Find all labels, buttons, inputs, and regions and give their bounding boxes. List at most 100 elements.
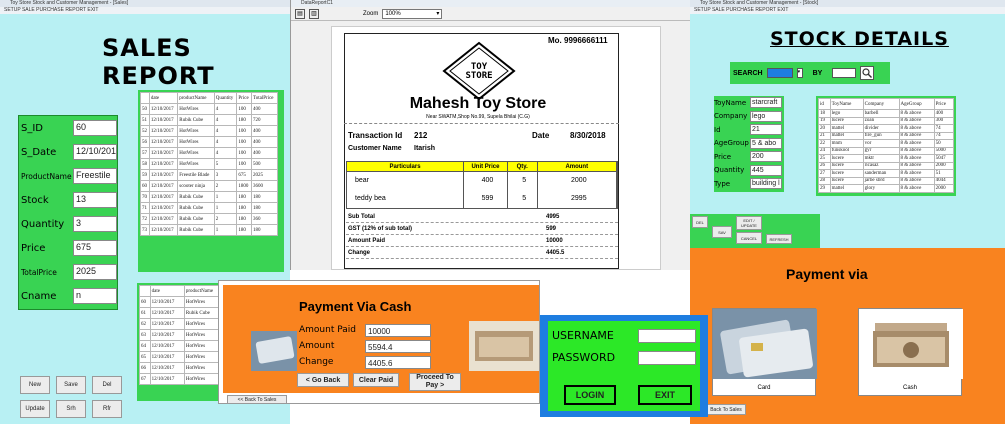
cancel-button[interactable]: CANCEL xyxy=(736,232,762,244)
column-header[interactable]: date xyxy=(149,285,185,297)
sales-save-button[interactable]: Save xyxy=(56,376,86,394)
table-row[interactable]: 29 mattel glory 8 & above 2000 xyxy=(818,184,955,193)
column-header[interactable] xyxy=(140,92,150,104)
go-back-button[interactable]: < Go Back xyxy=(297,373,349,387)
table-row[interactable]: 72 12/10/2017 Rubik Cube 2 180 360 xyxy=(140,213,278,225)
sales-field-input[interactable]: 13 xyxy=(73,192,117,208)
by-field[interactable] xyxy=(832,68,857,78)
table-row[interactable]: 61 12/10/2017 Rubik Cube xyxy=(139,307,226,319)
column-header[interactable]: TotalPrice xyxy=(251,92,278,104)
sales-field-input[interactable]: 12/10/2017 xyxy=(73,144,117,160)
table-row[interactable]: 60 12/10/2017 HotWires xyxy=(139,296,226,308)
column-header[interactable]: ToyName xyxy=(829,98,864,110)
delete-button[interactable]: DEL xyxy=(692,216,708,228)
receipt-total-value: 4405.5 xyxy=(546,249,565,256)
table-row[interactable]: 62 12/10/2017 HotWires xyxy=(139,318,226,330)
stock-grid[interactable]: id ToyName Company AgeGroup Price 18 lego barb… xyxy=(816,96,956,196)
table-cell: 400 xyxy=(251,136,278,148)
column-header[interactable]: date xyxy=(148,92,179,104)
table-row[interactable]: 51 12/10/2017 Rubik Cube 4 180 720 xyxy=(140,114,278,126)
zoom-select[interactable]: 100% ▾ xyxy=(382,8,443,19)
table-row[interactable]: 25 lucere mktr 8 & above 5047 xyxy=(818,154,955,163)
table-row[interactable]: 67 12/10/2017 HotWires xyxy=(139,373,226,385)
sales-field-input[interactable]: 675 xyxy=(73,240,117,256)
table-row[interactable]: 57 12/10/2017 HotWires 4 100 400 xyxy=(140,147,278,159)
print-icon[interactable]: ▤ xyxy=(295,8,305,19)
table-row[interactable]: 20 mattel divider 8 & above 74 xyxy=(818,124,955,133)
search-field[interactable] xyxy=(766,68,793,78)
table-row[interactable]: 59 12/10/2017 Freestile Blade 3 675 2025 xyxy=(140,169,278,181)
stock-field-input[interactable]: lego xyxy=(750,110,782,122)
column-header[interactable]: id xyxy=(818,98,831,110)
table-row[interactable]: 19 lucere zoan 8 & above 300 xyxy=(818,116,955,125)
table-row[interactable]: 66 12/10/2017 HotWires xyxy=(139,362,226,374)
table-row[interactable]: 24 funskool gyr 8 & above 5000 xyxy=(818,146,955,155)
column-header[interactable]: AgeGroup xyxy=(898,98,935,110)
search-icon[interactable] xyxy=(860,66,875,80)
sales-srh-button[interactable]: Srh xyxy=(56,400,86,418)
refresh-button[interactable]: REFRESH xyxy=(766,234,792,244)
username-field[interactable] xyxy=(638,329,696,343)
sales-field-input[interactable]: 3 xyxy=(73,216,117,232)
table-row[interactable]: 60 12/10/2017 scooter ninja 2 1800 3600 xyxy=(140,180,278,192)
sales-field-input[interactable]: n xyxy=(73,288,117,304)
table-row[interactable]: 27 lucere sanderman 8 & above 51 xyxy=(818,169,955,178)
search-dropdown[interactable]: ▾ xyxy=(796,68,803,78)
table-cell: Rubik Cube xyxy=(177,224,215,236)
sales-field-input[interactable]: 60 xyxy=(73,120,117,136)
column-header[interactable]: Price xyxy=(933,98,955,110)
table-row[interactable]: 58 12/10/2017 HotWires 5 100 500 xyxy=(140,158,278,170)
stock-window-menu[interactable]: SETUP SALE PURCHASE REPORT EXIT xyxy=(690,7,1005,14)
sales-field-input[interactable]: Freestile xyxy=(73,168,117,184)
export-icon[interactable]: ▥ xyxy=(309,8,319,19)
edit-update-button[interactable]: EDIT / UPDATE xyxy=(736,216,762,230)
sales-window-menu[interactable]: SETUP SALE PURCHASE REPORT EXIT xyxy=(0,7,290,14)
table-row[interactable]: 26 lucere ricasaz 8 & above 2000 xyxy=(818,161,955,170)
table-row[interactable]: 70 12/10/2017 Rubik Cube 1 180 180 xyxy=(140,191,278,203)
table-row[interactable]: 73 12/10/2017 Rubik Cube 1 180 180 xyxy=(140,224,278,236)
login-button[interactable]: LOGIN xyxy=(564,385,616,405)
stock-field-input[interactable]: 21 xyxy=(750,124,782,136)
column-header[interactable]: Company xyxy=(862,98,900,110)
proceed-to-pay-button[interactable]: Proceed To Pay > xyxy=(409,373,461,391)
column-header[interactable]: Price xyxy=(236,92,253,104)
cash-option[interactable]: Cash xyxy=(858,308,963,396)
cash-field-input[interactable]: 4405.6 xyxy=(365,356,431,369)
clear-paid-button[interactable]: Clear Paid xyxy=(353,373,399,387)
sales-new-button[interactable]: New xyxy=(20,376,50,394)
cash-field-input[interactable]: 5594.4 xyxy=(365,340,431,353)
table-row[interactable]: 71 12/10/2017 Rubik Cube 1 180 180 xyxy=(140,202,278,214)
cash-field-input[interactable]: 10000 xyxy=(365,324,431,337)
table-row[interactable]: 63 12/10/2017 HotWires xyxy=(139,329,226,341)
table-row[interactable]: 52 12/10/2017 HotWires 4 100 400 xyxy=(140,125,278,137)
table-row[interactable]: 56 12/10/2017 HotWires 4 100 400 xyxy=(140,136,278,148)
table-row[interactable]: 28 lucere jarbe sbrd 8 & above 4044 xyxy=(818,176,955,185)
table-row[interactable]: 65 12/10/2017 HotWires xyxy=(139,351,226,363)
save-button[interactable]: SAV xyxy=(712,226,732,238)
table-row[interactable]: 64 12/10/2017 HotWires xyxy=(139,340,226,352)
stock-field-input[interactable]: 445 xyxy=(750,164,782,176)
table-row[interactable]: 50 12/10/2017 HotWires 4 100 400 xyxy=(140,103,278,115)
exit-button[interactable]: EXIT xyxy=(638,385,692,405)
password-field[interactable] xyxy=(638,351,696,365)
sales-grid[interactable]: date productName Quantity Price TotalPrice 5… xyxy=(138,90,284,272)
back-to-sales-button[interactable]: Back To Sales xyxy=(706,404,746,415)
card-option[interactable]: Card xyxy=(712,308,817,396)
sales-field-input[interactable]: 2025 xyxy=(73,264,117,280)
stock-field-input[interactable]: starcraft xyxy=(750,97,782,109)
sales-update-button[interactable]: Update xyxy=(20,400,50,418)
back-to-sales-button[interactable]: << Back To Sales xyxy=(227,395,287,404)
cash-field-label: Change xyxy=(299,357,334,367)
column-header[interactable] xyxy=(139,285,151,297)
stock-field-input[interactable]: 200 xyxy=(750,151,782,163)
orders-grid[interactable]: date productName 60 12/10/2017 HotWires 61 12… xyxy=(137,283,227,401)
column-header[interactable]: productName xyxy=(177,92,215,104)
table-row[interactable]: 21 mattel fire_gun 8 & above 74 xyxy=(818,131,955,140)
stock-field-input[interactable]: building l xyxy=(750,178,782,190)
sales-rfr-button[interactable]: Rfr xyxy=(92,400,122,418)
stock-field-input[interactable]: 5 & abo xyxy=(750,137,782,149)
table-row[interactable]: 22 mnm vor 8 & above 50 xyxy=(818,139,955,148)
column-header[interactable]: Quantity xyxy=(213,92,238,104)
table-row[interactable]: 18 lego barbell 8 & above 400 xyxy=(818,109,955,118)
sales-del-button[interactable]: Del xyxy=(92,376,122,394)
